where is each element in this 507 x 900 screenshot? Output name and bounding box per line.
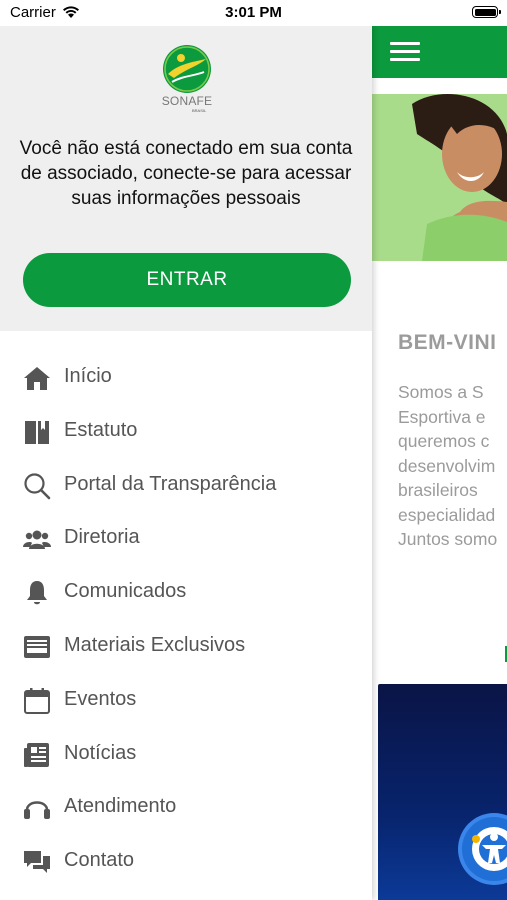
menu-item-label: Estatuto (64, 418, 138, 441)
about-line: Juntos somo (398, 529, 498, 549)
menu-item-comunicados[interactable]: Comunicados (0, 566, 372, 620)
menu-item-label: Início (64, 365, 112, 387)
calendar-icon (24, 687, 50, 714)
about-line: brasileiros (398, 480, 478, 500)
sonafe-logo: SONAFE BRASIL (158, 44, 216, 118)
battery-icon (472, 6, 501, 18)
menu-item-label: Atendimento (64, 795, 177, 818)
top-app-bar (372, 26, 507, 78)
menu-item-diretoria[interactable]: Diretoria (0, 512, 372, 566)
newspaper-icon (24, 742, 49, 767)
book-icon (25, 420, 49, 444)
menu-item-label: Eventos (64, 687, 137, 710)
menu-item-materiais-exclusivos[interactable]: Materiais Exclusivos (0, 620, 372, 674)
login-message-line: Você não está conectado em sua conta (19, 138, 353, 159)
bell-icon (27, 581, 47, 605)
people-icon (23, 530, 51, 550)
hamburger-menu-icon[interactable] (390, 42, 420, 64)
hero-image (372, 94, 507, 261)
inbox-icon (24, 635, 50, 658)
menu-item-estatuto[interactable]: Estatuto (0, 405, 372, 459)
about-line: Esportiva e (398, 406, 486, 427)
accessibility-icon (472, 827, 507, 871)
menu-item-eventos[interactable]: Eventos (0, 674, 372, 728)
headset-icon (24, 801, 50, 820)
menu-item-contato[interactable]: Contato (0, 835, 372, 889)
about-text: Somos a S Esportiva e queremos c desenvo… (398, 380, 507, 552)
about-line: Somos a S (398, 382, 484, 402)
navigation-drawer: SONAFE BRASIL Você não está conectado em… (0, 26, 372, 900)
chat-icon (24, 851, 50, 874)
about-line: queremos c (398, 431, 490, 451)
about-line: especialidad (398, 504, 496, 525)
enter-button[interactable]: ENTRAR (23, 253, 351, 307)
logo-text: SONAFE (161, 94, 213, 108)
menu-item-label: Notícias (64, 741, 137, 764)
drawer-menu: Início Estatuto Portal da Transparência (0, 351, 372, 889)
logo-subtext: BRASIL (192, 108, 207, 113)
welcome-title: BEM-VINI (398, 331, 497, 354)
drawer-header: SONAFE BRASIL Você não está conectado em… (0, 26, 372, 331)
login-message: Você não está conectado em sua conta de … (0, 136, 372, 211)
status-bar: Carrier 3:01 PM (0, 0, 507, 26)
menu-item-portal-transparencia[interactable]: Portal da Transparência (0, 459, 372, 513)
floating-action-button[interactable] (462, 817, 507, 881)
about-line: desenvolvim (398, 455, 496, 476)
menu-item-label: Comunicados (64, 580, 187, 603)
home-icon (24, 367, 50, 390)
login-message-line: de associado, conecte-se para acessar (20, 163, 352, 184)
menu-item-atendimento[interactable]: Atendimento (0, 781, 372, 835)
menu-item-label: Portal da Transparência (64, 472, 277, 495)
login-message-line: suas informações pessoais (71, 188, 301, 209)
search-icon (24, 472, 51, 499)
menu-item-label: Diretoria (64, 526, 140, 549)
clock: 3:01 PM (225, 4, 282, 21)
menu-item-label: Materiais Exclusivos (64, 633, 246, 656)
main-page: BEM-VINI Somos a S Esportiva e queremos … (372, 26, 507, 900)
menu-item-noticias[interactable]: Notícias (0, 728, 372, 782)
menu-item-label: Contato (64, 849, 135, 872)
menu-item-inicio[interactable]: Início (0, 351, 372, 405)
